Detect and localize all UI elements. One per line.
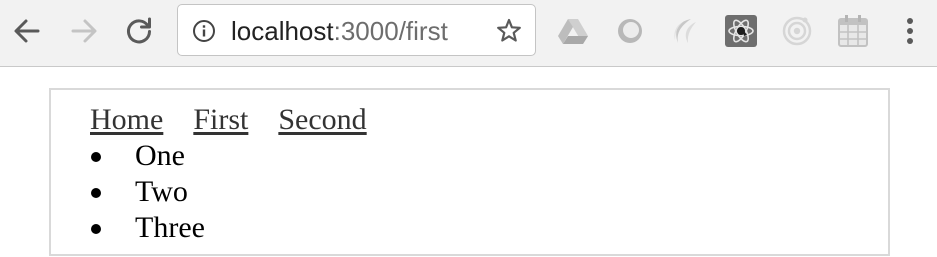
calendar-icon[interactable] [836, 14, 870, 48]
list-item: Three [90, 210, 205, 246]
bullet-icon [91, 152, 101, 162]
item-list: One Two Three [90, 138, 205, 246]
swirl-icon[interactable] [668, 14, 702, 48]
nav-link-first[interactable]: First [193, 103, 248, 136]
url-host: localhost [231, 16, 334, 46]
circle-icon[interactable] [613, 14, 647, 48]
bullet-icon [91, 224, 101, 234]
nav-link-home[interactable]: Home [90, 103, 163, 136]
google-drive-icon[interactable] [556, 14, 590, 48]
address-bar[interactable]: localhost:3000/first [177, 4, 536, 56]
list-item-text: One [135, 139, 185, 172]
bullet-icon [91, 188, 101, 198]
star-icon[interactable] [495, 17, 523, 45]
arrow-left-icon [14, 19, 40, 43]
app-container: Home First Second One Two Three [49, 88, 890, 256]
reload-icon [127, 17, 151, 44]
target-icon[interactable] [780, 14, 814, 48]
arrow-right-icon [71, 19, 97, 43]
url-path: :3000/first [333, 16, 448, 46]
list-item-text: Two [135, 175, 188, 208]
url-text[interactable]: localhost:3000/first [231, 15, 448, 47]
browser-toolbar: localhost:3000/first [0, 0, 937, 67]
react-devtools-icon[interactable] [724, 14, 758, 48]
nav-link-second[interactable]: Second [278, 103, 366, 136]
page-viewport: Home First Second One Two Three [0, 68, 937, 257]
forward-button[interactable] [67, 14, 101, 48]
info-icon[interactable] [192, 19, 216, 43]
list-item: One [90, 138, 205, 174]
list-item: Two [90, 174, 205, 210]
kebab-menu-icon[interactable] [893, 14, 927, 48]
list-item-text: Three [135, 211, 205, 244]
app-nav: Home First Second [90, 102, 397, 138]
reload-button[interactable] [122, 14, 156, 48]
back-button[interactable] [10, 14, 44, 48]
